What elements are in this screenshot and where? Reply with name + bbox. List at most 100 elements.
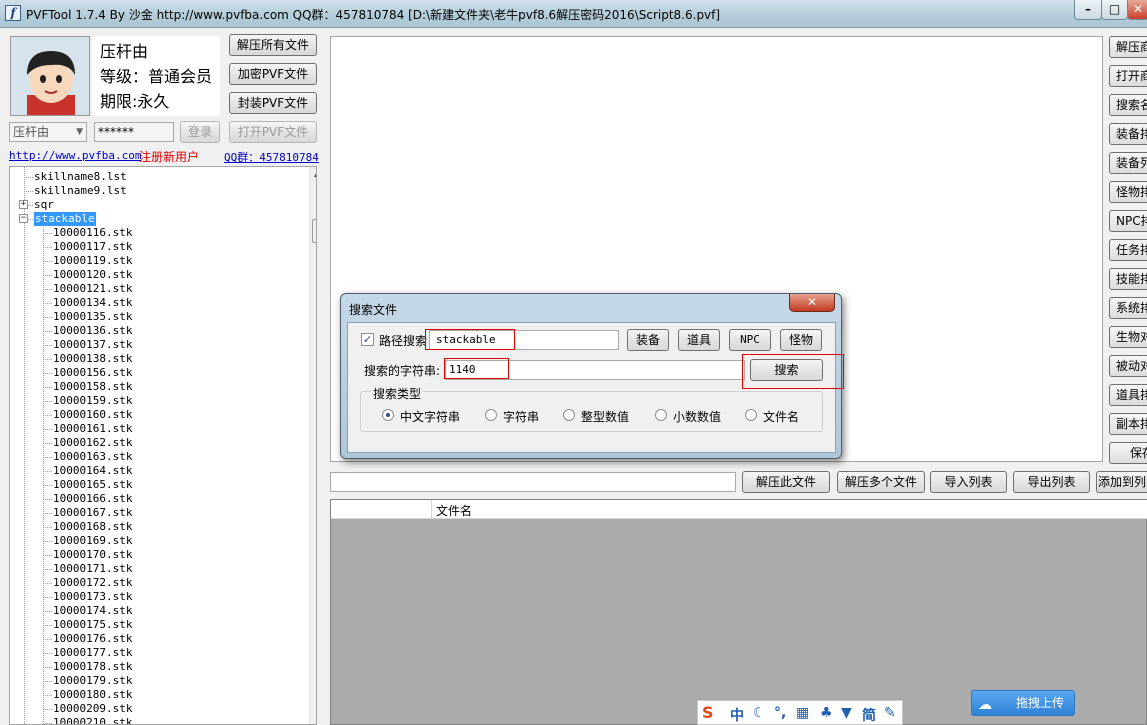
- maximize-button[interactable]: □: [1101, 0, 1128, 20]
- side-button[interactable]: 装备排: [1109, 123, 1147, 145]
- extract-all-button[interactable]: 解压所有文件: [229, 34, 317, 56]
- qq-group-link[interactable]: QQ群：457810784: [224, 149, 319, 165]
- tree-item[interactable]: 10000210.stk: [53, 716, 132, 724]
- side-button[interactable]: 怪物排: [1109, 181, 1147, 203]
- npc-button[interactable]: NPC: [729, 329, 771, 351]
- side-button[interactable]: 副本排: [1109, 413, 1147, 435]
- tree-item[interactable]: 10000172.stk: [53, 576, 132, 590]
- password-field[interactable]: ******: [94, 122, 174, 142]
- tree-item[interactable]: 10000170.stk: [53, 548, 132, 562]
- tree-item[interactable]: 10000163.stk: [53, 450, 132, 464]
- tree-item[interactable]: 10000169.stk: [53, 534, 132, 548]
- minimize-button[interactable]: –: [1074, 0, 1102, 20]
- side-button[interactable]: 被动对: [1109, 355, 1147, 377]
- search-type-radio[interactable]: [485, 409, 497, 421]
- file-path-input[interactable]: [330, 472, 736, 492]
- simplified-icon[interactable]: 简: [862, 705, 876, 725]
- equipment-button[interactable]: 装备: [627, 329, 669, 351]
- tree-item[interactable]: 10000179.stk: [53, 674, 132, 688]
- tree-item[interactable]: 10000137.stk: [53, 338, 132, 352]
- path-search-checkbox[interactable]: ✓: [361, 333, 374, 346]
- search-type-option-label[interactable]: 小数数值: [673, 408, 721, 425]
- search-type-radio[interactable]: [655, 409, 667, 421]
- tree-item[interactable]: 10000176.stk: [53, 632, 132, 646]
- sogou-logo-icon[interactable]: S: [702, 703, 714, 722]
- tree-item[interactable]: 10000159.stk: [53, 394, 132, 408]
- tree-item[interactable]: 10000119.stk: [53, 254, 132, 268]
- tree-scroll-thumb[interactable]: [312, 219, 316, 243]
- tree-item[interactable]: 10000135.stk: [53, 310, 132, 324]
- tree-item[interactable]: stackable: [34, 212, 96, 226]
- extract-this-button[interactable]: 解压此文件: [742, 471, 830, 493]
- keyboard-icon[interactable]: ▦: [796, 705, 809, 721]
- column-separator[interactable]: [431, 500, 432, 519]
- chevron-down-icon[interactable]: ▼: [76, 123, 83, 141]
- side-button[interactable]: 打开商: [1109, 65, 1147, 87]
- search-type-option-label[interactable]: 整型数值: [581, 408, 629, 425]
- close-window-button[interactable]: ✕: [1127, 0, 1147, 20]
- scroll-up-icon[interactable]: ▲: [314, 169, 316, 178]
- pack-pvf-button[interactable]: 封装PVF文件: [229, 92, 317, 114]
- tree-item[interactable]: 10000136.stk: [53, 324, 132, 338]
- export-list-button[interactable]: 导出列表: [1013, 471, 1090, 493]
- tree-item[interactable]: 10000138.stk: [53, 352, 132, 366]
- tree-item[interactable]: skillname9.lst: [34, 184, 127, 198]
- tree-item[interactable]: 10000173.stk: [53, 590, 132, 604]
- side-button[interactable]: 解压商: [1109, 36, 1147, 58]
- login-button[interactable]: 登录: [180, 121, 220, 143]
- item-button[interactable]: 道具: [678, 329, 720, 351]
- add-to-list-button[interactable]: 添加到列: [1096, 471, 1147, 493]
- tree-item[interactable]: 10000167.stk: [53, 506, 132, 520]
- tree-item[interactable]: 10000174.stk: [53, 604, 132, 618]
- tree-item[interactable]: sqr: [34, 198, 54, 212]
- side-button[interactable]: 任务排: [1109, 239, 1147, 261]
- tree-item[interactable]: 10000166.stk: [53, 492, 132, 506]
- monster-button[interactable]: 怪物: [780, 329, 822, 351]
- search-type-radio[interactable]: [382, 409, 394, 421]
- tree-item[interactable]: 10000156.stk: [53, 366, 132, 380]
- side-button[interactable]: 保存: [1109, 442, 1147, 464]
- collapse-icon[interactable]: −: [19, 214, 28, 223]
- encrypt-pvf-button[interactable]: 加密PVF文件: [229, 63, 317, 85]
- tree-item[interactable]: 10000175.stk: [53, 618, 132, 632]
- user-icon[interactable]: ♣: [820, 705, 833, 721]
- register-link[interactable]: 注册新用户: [139, 148, 199, 165]
- username-dropdown[interactable]: 压杆由 ▼: [9, 122, 87, 142]
- tree-item[interactable]: 10000180.stk: [53, 688, 132, 702]
- extract-multiple-button[interactable]: 解压多个文件: [837, 471, 925, 493]
- tree-item[interactable]: 10000178.stk: [53, 660, 132, 674]
- open-pvf-button[interactable]: 打开PVF文件: [229, 121, 317, 143]
- tree-item[interactable]: 10000209.stk: [53, 702, 132, 716]
- search-type-option-label[interactable]: 字符串: [503, 408, 539, 425]
- skin-icon[interactable]: ▼: [841, 705, 852, 721]
- search-type-radio[interactable]: [745, 409, 757, 421]
- tree-item[interactable]: 10000177.stk: [53, 646, 132, 660]
- punctuation-icon[interactable]: °,: [774, 705, 786, 721]
- tree-item[interactable]: skillname8.lst: [34, 170, 127, 184]
- tree-item[interactable]: 10000121.stk: [53, 282, 132, 296]
- side-button[interactable]: 道具排: [1109, 384, 1147, 406]
- tree-scrollbar[interactable]: ▲: [309, 167, 316, 724]
- side-button[interactable]: 技能排: [1109, 268, 1147, 290]
- side-button[interactable]: 系统排: [1109, 297, 1147, 319]
- tree-item[interactable]: 10000116.stk: [53, 226, 132, 240]
- drag-upload-button[interactable]: ☁ 拖拽上传: [971, 690, 1075, 716]
- expand-icon[interactable]: +: [19, 200, 28, 209]
- chinese-mode-icon[interactable]: 中: [730, 705, 744, 725]
- search-type-option-label[interactable]: 文件名: [763, 408, 799, 425]
- dialog-close-button[interactable]: ✕: [789, 294, 835, 312]
- side-button[interactable]: 搜索名: [1109, 94, 1147, 116]
- search-type-option-label[interactable]: 中文字符串: [400, 408, 460, 425]
- site-link[interactable]: http://www.pvfba.com: [9, 149, 141, 162]
- column-filename[interactable]: 文件名: [436, 502, 472, 519]
- tree-item[interactable]: 10000120.stk: [53, 268, 132, 282]
- import-list-button[interactable]: 导入列表: [930, 471, 1007, 493]
- wrench-icon[interactable]: ✎: [884, 705, 896, 721]
- side-button[interactable]: 装备列: [1109, 152, 1147, 174]
- tree-item[interactable]: 10000165.stk: [53, 478, 132, 492]
- tree-item[interactable]: 10000160.stk: [53, 408, 132, 422]
- tree-item[interactable]: 10000117.stk: [53, 240, 132, 254]
- moon-icon[interactable]: ☾: [753, 705, 766, 721]
- tree-item[interactable]: 10000164.stk: [53, 464, 132, 478]
- tree-item[interactable]: 10000161.stk: [53, 422, 132, 436]
